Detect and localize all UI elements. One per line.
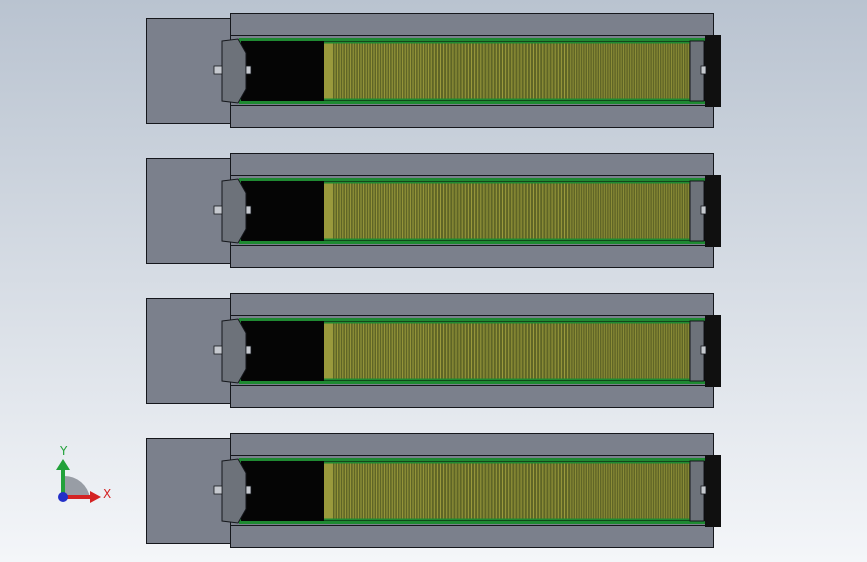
cad-viewport[interactable]: Y X <box>0 0 867 562</box>
top-rail <box>230 293 714 316</box>
end-cap-stud <box>700 345 707 355</box>
bottom-rail <box>230 245 714 268</box>
bottom-rail <box>230 385 714 408</box>
end-cap <box>705 455 721 527</box>
fin-leading-block <box>324 463 333 519</box>
bracket-stud <box>245 65 252 75</box>
bracket-stud <box>213 485 223 495</box>
bracket-stud <box>245 205 252 215</box>
bracket-stud <box>245 345 252 355</box>
bracket-stud <box>213 345 223 355</box>
triad-x-label: X <box>103 487 111 501</box>
bracket-stud <box>213 205 223 215</box>
left-bracket <box>221 458 247 524</box>
end-cap-stud <box>700 65 707 75</box>
top-rail <box>230 153 714 176</box>
triad-z-axis-dot <box>58 492 68 502</box>
end-cap <box>705 175 721 247</box>
bracket-stud <box>213 65 223 75</box>
fin-leading-block <box>324 183 333 239</box>
end-cap <box>705 315 721 387</box>
heatsink-unit[interactable] <box>146 153 722 268</box>
fin-leading-block <box>324 43 333 99</box>
heatsink-unit[interactable] <box>146 13 722 128</box>
end-cap-stud <box>700 485 707 495</box>
left-bracket <box>221 38 247 104</box>
end-cap-stud <box>700 205 707 215</box>
bottom-rail <box>230 105 714 128</box>
heatsink-unit[interactable] <box>146 293 722 408</box>
fin-leading-block <box>324 323 333 379</box>
top-rail <box>230 13 714 36</box>
end-cap <box>705 35 721 107</box>
top-rail <box>230 433 714 456</box>
bracket-stud <box>245 485 252 495</box>
left-bracket <box>221 178 247 244</box>
heatsink-unit[interactable] <box>146 433 722 548</box>
triad-y-label: Y <box>59 444 68 458</box>
left-bracket <box>221 318 247 384</box>
bottom-rail <box>230 525 714 548</box>
